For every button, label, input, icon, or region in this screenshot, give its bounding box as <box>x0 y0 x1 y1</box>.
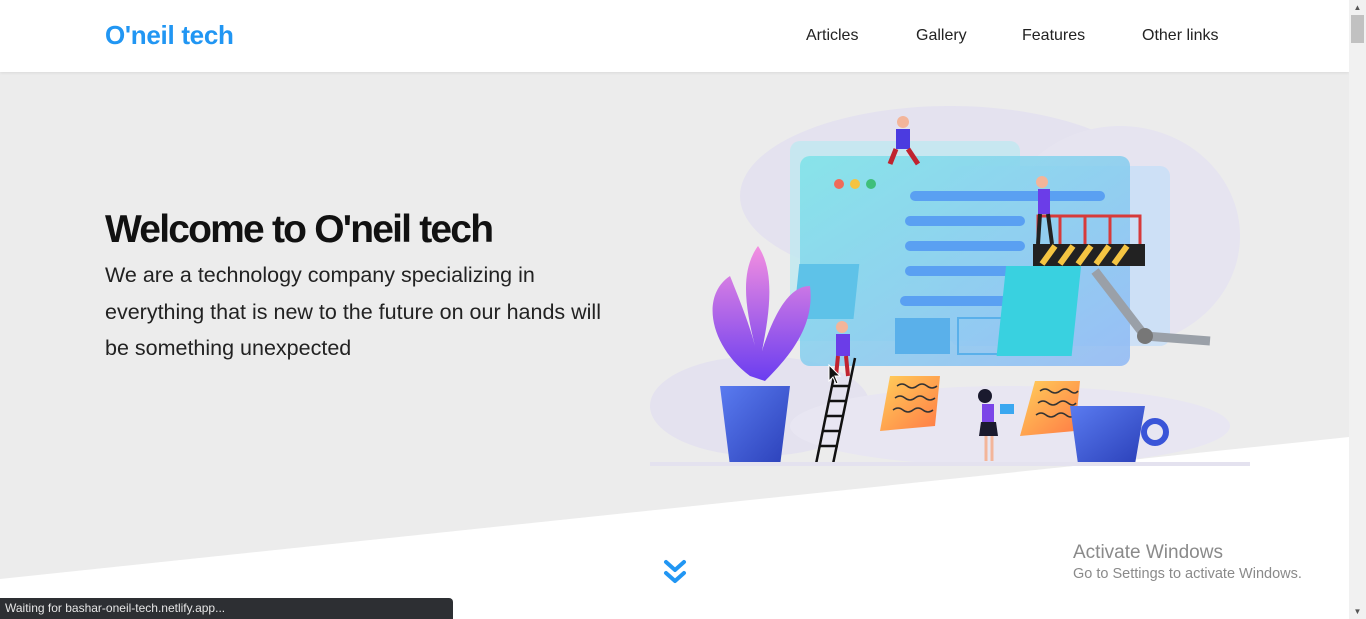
watermark-subtitle: Go to Settings to activate Windows. <box>1073 566 1302 582</box>
site-header: O'neil tech Articles Gallery Features Ot… <box>0 0 1349 72</box>
main-nav: Articles Gallery Features Other links <box>0 27 1349 47</box>
scrollbar-thumb[interactable] <box>1351 15 1364 43</box>
mouse-cursor-icon <box>828 364 842 385</box>
chevron-double-down-icon[interactable] <box>662 558 688 588</box>
nav-link-other-links[interactable]: Other links <box>1142 27 1218 45</box>
nav-link-features[interactable]: Features <box>1022 27 1085 45</box>
scroll-down-arrow-icon[interactable]: ▼ <box>1349 604 1366 619</box>
browser-status-bar: Waiting for bashar-oneil-tech.netlify.ap… <box>0 598 453 619</box>
nav-link-gallery[interactable]: Gallery <box>916 27 967 45</box>
hero-illustration <box>650 106 1250 466</box>
scroll-up-arrow-icon[interactable]: ▲ <box>1349 0 1366 15</box>
hero-title: Welcome to O'neil tech <box>105 208 494 251</box>
page: O'neil tech Articles Gallery Features Ot… <box>0 0 1349 619</box>
hero-section: Welcome to O'neil tech We are a technolo… <box>0 72 1349 619</box>
hero-description: We are a technology company specializing… <box>105 263 601 360</box>
windows-activation-watermark: Activate Windows Go to Settings to activ… <box>1073 542 1302 582</box>
vertical-scrollbar[interactable]: ▲ ▼ <box>1349 0 1366 619</box>
watermark-title: Activate Windows <box>1073 542 1223 563</box>
nav-link-articles[interactable]: Articles <box>806 27 858 45</box>
